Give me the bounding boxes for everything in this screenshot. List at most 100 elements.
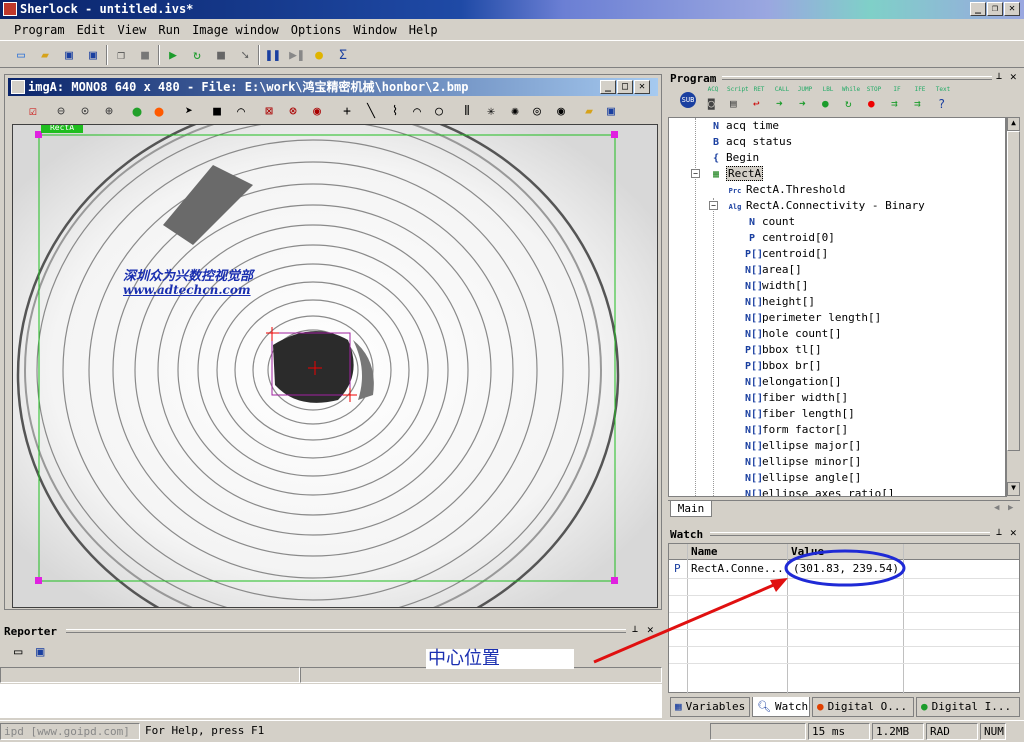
reporter-output[interactable] (0, 684, 662, 718)
tree-item[interactable]: P[]centroid[] (745, 246, 828, 262)
open-folder-icon[interactable]: ▰ (36, 46, 54, 64)
circle-fill-icon[interactable]: ◉ (308, 102, 326, 120)
run-icon[interactable]: ▶ (164, 46, 182, 64)
scroll-thumb[interactable] (1007, 131, 1020, 451)
tab-prev-icon[interactable]: ◀ (994, 503, 999, 513)
ife-label[interactable]: IFE (911, 86, 929, 93)
tab-digital-output[interactable]: ● Digital O... (812, 697, 914, 717)
menu-view[interactable]: View (111, 23, 152, 37)
watch-row-value[interactable]: (301.83, 239.54) (793, 561, 899, 577)
tree-item[interactable]: N[]height[] (745, 294, 815, 310)
ellipse-cross-icon[interactable]: ⊗ (284, 102, 302, 120)
menu-window[interactable]: Window (347, 23, 402, 37)
image-close-button[interactable]: ✕ (634, 80, 650, 94)
tab-watch[interactable]: 🔍︎ Watch (752, 697, 810, 717)
tree-item[interactable]: Bacq status (709, 134, 792, 150)
image-canvas[interactable]: RectA 深圳众为兴数控视觉部 www.adtechcn.com (12, 124, 658, 608)
tree-item[interactable]: N[]ellipse angle[] (745, 470, 861, 486)
red-light-icon[interactable]: ● (150, 102, 168, 120)
watch-row-name[interactable]: RectA.Conne... (691, 561, 784, 577)
star-rake-icon[interactable]: ✳ (482, 102, 500, 120)
tab-main[interactable]: Main (670, 501, 712, 517)
zoom-in-icon[interactable]: ⊕ (100, 102, 118, 120)
sigma-icon[interactable]: Σ (334, 46, 352, 64)
pointer-icon[interactable]: ➤ (180, 102, 198, 120)
menu-edit[interactable]: Edit (71, 23, 112, 37)
minimize-button[interactable]: _ (970, 2, 986, 16)
if-label[interactable]: IF (888, 86, 906, 93)
pause-icon[interactable]: ❚❚ (264, 46, 282, 64)
menu-run[interactable]: Run (152, 23, 186, 37)
image-open-icon[interactable]: ▰ (580, 102, 598, 120)
watch-col-value[interactable]: Value (791, 544, 824, 560)
step-icon[interactable]: ➘ (236, 46, 254, 64)
program-vertical-scrollbar[interactable]: ▲ ▼ (1006, 117, 1020, 497)
watch-col-name[interactable]: Name (691, 544, 718, 560)
new-file-icon[interactable]: ▭ (12, 46, 30, 64)
reporter-save-icon[interactable]: ▣ (36, 644, 44, 660)
zoom-out-icon[interactable]: ⊖ (52, 102, 70, 120)
tree-item[interactable]: P[]bbox tl[] (745, 342, 822, 358)
image-save-icon[interactable]: ▣ (602, 102, 620, 120)
green-light-icon[interactable]: ● (128, 102, 146, 120)
restore-button[interactable]: ❐ (987, 2, 1003, 16)
ret-label[interactable]: RET (750, 86, 768, 93)
program-close-icon[interactable]: ✕ (1010, 70, 1017, 83)
tree-item[interactable]: P[]bbox br[] (745, 358, 822, 374)
copy-icon[interactable]: ❐ (112, 46, 130, 64)
concentric-icon[interactable]: ◉ (552, 102, 570, 120)
call-label[interactable]: CALL (773, 86, 791, 93)
jump-label[interactable]: JUMP (796, 86, 814, 93)
lbl-label[interactable]: LBL (819, 86, 837, 93)
rake-icon[interactable]: ⦀ (458, 102, 476, 120)
rect-cross-icon[interactable]: ⊠ (260, 102, 278, 120)
tree-item[interactable]: N[]elongation[] (745, 374, 841, 390)
reporter-new-icon[interactable]: ▭ (14, 644, 22, 660)
text-label[interactable]: Text (934, 86, 952, 93)
expand-connectivity-icon[interactable]: − (709, 201, 718, 210)
image-minimize-button[interactable]: _ (600, 80, 616, 94)
tree-item[interactable]: Nacq time (709, 118, 779, 134)
tree-item[interactable]: Pcentroid[0] (745, 230, 835, 246)
paste-icon[interactable]: ■ (136, 46, 154, 64)
tree-item[interactable]: N[]form factor[] (745, 422, 848, 438)
image-maximize-button[interactable]: □ (617, 80, 633, 94)
arc-rake-icon[interactable]: ◎ (528, 102, 546, 120)
tree-item[interactable]: N[]ellipse axes ratio[] (745, 486, 894, 496)
tree-item[interactable]: N[]perimeter length[] (745, 310, 881, 326)
menu-help[interactable]: Help (403, 23, 444, 37)
tree-item[interactable]: N[]width[] (745, 278, 808, 294)
menu-image-window[interactable]: Image window (186, 23, 285, 37)
stop-label[interactable]: STOP (865, 86, 883, 93)
step-over-icon[interactable]: ▶❚ (288, 46, 306, 64)
tab-digital-input[interactable]: ● Digital I... (916, 697, 1020, 717)
scroll-down-icon[interactable]: ▼ (1007, 482, 1020, 496)
stop-icon[interactable]: ■ (212, 46, 230, 64)
tree-item[interactable]: N[]area[] (745, 262, 802, 278)
reporter-close-icon[interactable]: ✕ (647, 623, 654, 636)
spoke-icon[interactable]: ✺ (506, 102, 524, 120)
zoom-fit-icon[interactable]: ⊙ (76, 102, 94, 120)
tree-item[interactable]: N[]hole count[] (745, 326, 841, 342)
tree-item-recta[interactable]: ▦ RectA (709, 166, 764, 182)
while-label[interactable]: While (842, 86, 860, 93)
circle-icon[interactable]: ○ (430, 102, 448, 120)
tab-variables[interactable]: ▦ Variables (670, 697, 750, 717)
watch-close-icon[interactable]: ✕ (1010, 526, 1017, 539)
lightbulb-icon[interactable]: ● (310, 46, 328, 64)
polyline-icon[interactable]: ⌇ (386, 102, 404, 120)
run-continuous-icon[interactable]: ↻ (188, 46, 206, 64)
tree-item[interactable]: Alg RectA.Connectivity - Binary (727, 198, 925, 214)
arc-icon[interactable]: ⌒ (408, 102, 426, 120)
watch-pin-icon[interactable]: ⊥ (996, 527, 1002, 538)
script-label[interactable]: Script (727, 86, 749, 93)
menu-options[interactable]: Options (285, 23, 348, 37)
expand-recta-icon[interactable]: − (691, 169, 700, 178)
scroll-up-icon[interactable]: ▲ (1007, 117, 1020, 131)
acq-label[interactable]: ACQ (704, 86, 722, 93)
save-icon[interactable]: ▣ (60, 46, 78, 64)
tree-item[interactable]: {Begin (709, 150, 759, 166)
tree-item[interactable]: N[]fiber length[] (745, 406, 855, 422)
line-icon[interactable]: ╲ (362, 102, 380, 120)
subroutine-icon[interactable]: SUB (680, 92, 696, 108)
